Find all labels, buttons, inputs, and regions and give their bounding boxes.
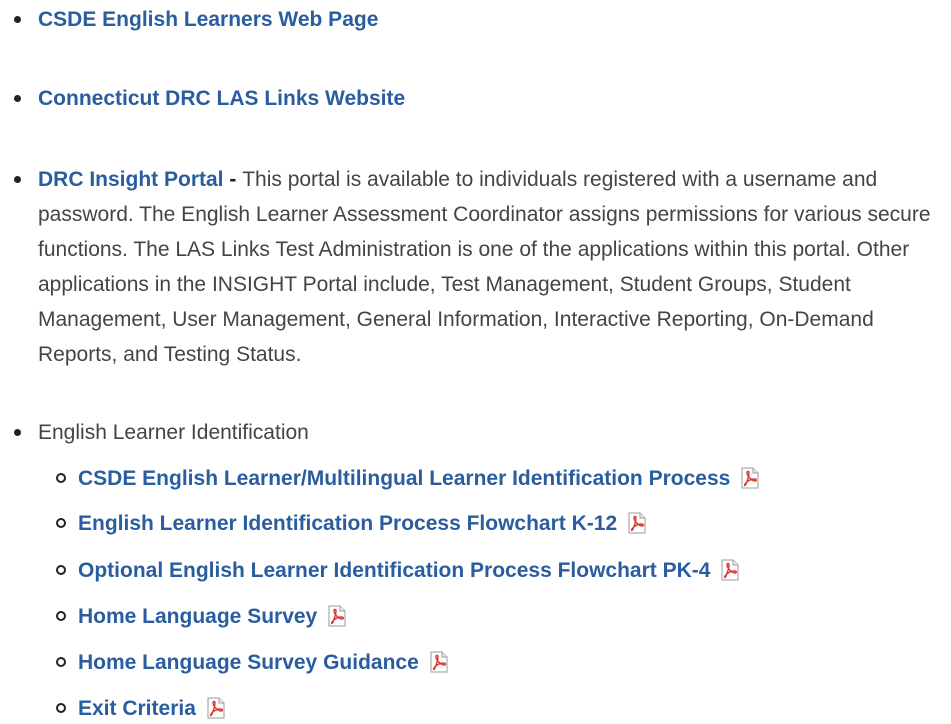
csde-el-ml-identification-process-link[interactable]: CSDE English Learner/Multilingual Learne… bbox=[78, 467, 730, 490]
csde-english-learners-link[interactable]: CSDE English Learners Web Page bbox=[38, 8, 378, 31]
home-language-survey-guidance-link[interactable]: Home Language Survey Guidance bbox=[78, 651, 419, 674]
bullet bbox=[14, 176, 21, 183]
sublist-item: CSDE English Learner/Multilingual Learne… bbox=[50, 464, 940, 494]
sublist-item: Home Language Survey Guidance bbox=[50, 648, 940, 678]
circle-bullet bbox=[56, 473, 66, 483]
insight-portal-description: This portal is available to individuals … bbox=[38, 168, 931, 366]
pdf-icon[interactable] bbox=[720, 559, 740, 581]
sublist-item: Optional English Learner Identification … bbox=[50, 556, 940, 586]
home-language-survey-link[interactable]: Home Language Survey bbox=[78, 605, 317, 628]
circle-bullet bbox=[56, 657, 66, 667]
bullet bbox=[14, 16, 21, 23]
drc-insight-portal-link[interactable]: DRC Insight Portal bbox=[38, 168, 224, 191]
insight-portal-paragraph: DRC Insight Portal - This portal is avai… bbox=[38, 162, 949, 372]
circle-bullet bbox=[56, 611, 66, 621]
connecticut-drc-las-links-link[interactable]: Connecticut DRC LAS Links Website bbox=[38, 87, 405, 110]
sublist-item: Home Language Survey bbox=[50, 602, 940, 632]
optional-el-identification-flowchart-pk4-link[interactable]: Optional English Learner Identification … bbox=[78, 559, 710, 582]
bullet bbox=[14, 95, 21, 102]
circle-bullet bbox=[56, 518, 66, 528]
pdf-icon[interactable] bbox=[429, 651, 449, 673]
pdf-icon[interactable] bbox=[327, 605, 347, 627]
el-identification-flowchart-k12-link[interactable]: English Learner Identification Process F… bbox=[78, 512, 617, 535]
exit-criteria-link[interactable]: Exit Criteria bbox=[78, 697, 196, 720]
circle-bullet bbox=[56, 703, 66, 713]
pdf-icon[interactable] bbox=[206, 697, 226, 719]
circle-bullet bbox=[56, 565, 66, 575]
el-identification-heading: English Learner Identification bbox=[38, 421, 309, 444]
pdf-icon[interactable] bbox=[740, 467, 760, 489]
separator: - bbox=[223, 168, 243, 191]
bullet bbox=[14, 429, 21, 436]
pdf-icon[interactable] bbox=[627, 512, 647, 534]
sublist-item: English Learner Identification Process F… bbox=[50, 509, 940, 539]
